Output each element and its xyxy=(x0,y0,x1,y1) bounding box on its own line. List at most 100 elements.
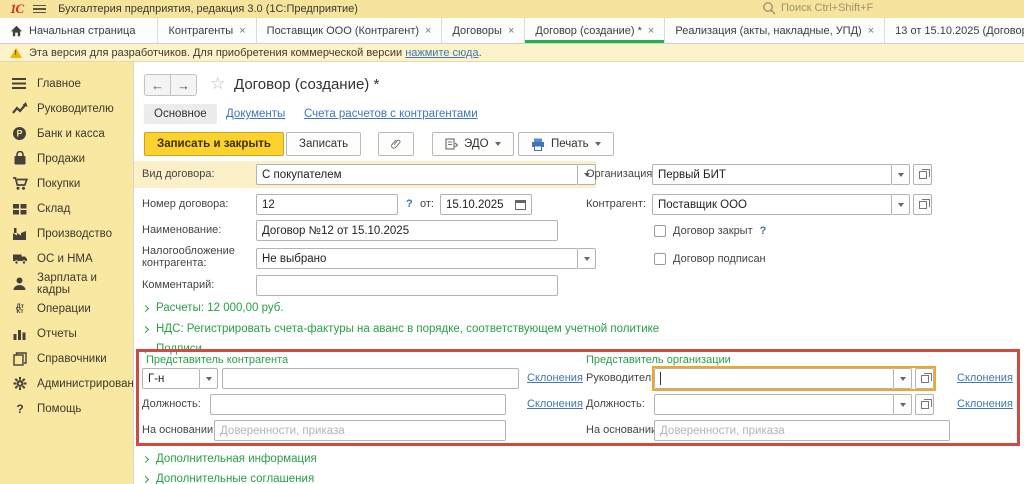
form-tab-dokumenty[interactable]: Документы xyxy=(226,108,285,120)
partner-label: Контрагент: xyxy=(586,198,646,210)
calendar-icon[interactable] xyxy=(515,200,526,210)
sidebar-item-glavnoe[interactable]: Главное xyxy=(0,71,133,96)
tax-select[interactable]: Не выбрано xyxy=(256,248,596,269)
tab-postavshchik[interactable]: Поставщик ООО (Контрагент) × xyxy=(257,18,443,43)
grid-icon xyxy=(12,202,28,216)
org-basis-input[interactable]: Доверенности, приказа xyxy=(654,420,950,441)
org-select[interactable]: Первый БИТ xyxy=(652,164,932,185)
signed-checkbox[interactable] xyxy=(654,253,666,265)
search-placeholder: Поиск Ctrl+Shift+F xyxy=(781,2,873,14)
form-tab-osnovnoe[interactable]: Основное xyxy=(144,104,217,124)
head-declension-link[interactable]: Склонения xyxy=(957,372,1013,384)
contragent-rep-header: Представитель контрагента xyxy=(146,354,288,366)
search-icon xyxy=(762,1,776,15)
date-input[interactable]: 15.10.2025 xyxy=(440,194,532,215)
close-icon[interactable]: × xyxy=(648,25,654,37)
close-icon[interactable]: × xyxy=(425,25,431,37)
warning-text: Эта версия для разработчиков. Для приобр… xyxy=(29,47,402,59)
buy-commercial-link[interactable]: нажмите сюда xyxy=(405,47,478,59)
save-close-button[interactable]: Записать и закрыть xyxy=(144,132,284,156)
section-raschety[interactable]: Расчеты: 12 000,00 руб. xyxy=(143,302,284,314)
tab-dogovor-sozdanie[interactable]: Договор (создание) * × xyxy=(525,18,665,43)
attachments-button[interactable] xyxy=(378,132,414,156)
save-button[interactable]: Записать xyxy=(286,132,361,156)
bag-icon xyxy=(12,151,28,166)
org-position-select[interactable] xyxy=(654,394,934,415)
contragent-rep-name-input[interactable] xyxy=(222,368,519,389)
sidebar-item-zarplata-kadry[interactable]: Зарплата и кадры xyxy=(0,271,133,296)
edo-button[interactable]: ЭДО xyxy=(432,132,514,156)
sidebar-item-administrirovanie[interactable]: Администрирование xyxy=(0,371,133,396)
open-link-icon[interactable] xyxy=(913,164,932,185)
sidebar-item-proizvodstvo[interactable]: Производство xyxy=(0,221,133,246)
sidebar-item-label: Справочники xyxy=(37,353,107,365)
sidebar-item-bank-kassa[interactable]: Р Банк и касса xyxy=(0,121,133,146)
favorite-star-icon[interactable]: ☆ xyxy=(210,74,225,94)
name-input[interactable]: Договор №12 от 15.10.2025 xyxy=(256,220,558,241)
chevron-down-icon[interactable] xyxy=(892,194,910,215)
back-button[interactable]: ← xyxy=(144,74,171,96)
chevron-down-icon[interactable] xyxy=(578,248,596,269)
section-nds[interactable]: НДС: Регистрировать счета-фактуры на ава… xyxy=(143,323,659,335)
form-tab-scheta[interactable]: Счета расчетов с контрагентами xyxy=(304,108,478,120)
tab-kontragenty[interactable]: Контрагенты × xyxy=(158,18,256,43)
contragent-position-declension-link[interactable]: Склонения xyxy=(527,398,583,410)
sidebar-item-label: Помощь xyxy=(37,403,81,415)
sidebar-item-rukovoditelyu[interactable]: Руководителю xyxy=(0,96,133,121)
org-position-declension-link[interactable]: Склонения xyxy=(957,398,1013,410)
chevron-down-icon[interactable] xyxy=(894,368,912,389)
signed-checkbox-row[interactable]: Договор подписан xyxy=(654,253,766,265)
chevron-down-icon[interactable] xyxy=(892,164,910,185)
sidebar-item-operacii[interactable]: ДтКт Операции xyxy=(0,296,133,321)
tab-label: 13 от 15.10.2025 (Договор) xyxy=(895,25,1024,37)
contragent-name-declension-link[interactable]: Склонения xyxy=(527,372,583,384)
print-button[interactable]: Печать xyxy=(518,132,614,156)
tab-dogovory[interactable]: Договоры × xyxy=(442,18,525,43)
open-link-icon[interactable] xyxy=(915,368,934,389)
open-link-icon[interactable] xyxy=(915,394,934,415)
comment-input[interactable] xyxy=(256,275,558,296)
sidebar-item-pokupki[interactable]: Покупки xyxy=(0,171,133,196)
cart-icon xyxy=(12,176,28,191)
global-search-input[interactable]: Поиск Ctrl+Shift+F xyxy=(762,1,1012,15)
closed-checkbox-row[interactable]: Договор закрыт ? xyxy=(654,225,766,237)
window-tab-bar: Начальная страница Контрагенты × Поставщ… xyxy=(0,18,1024,44)
warning-icon: ! xyxy=(10,48,22,58)
sidebar-item-pomoshch[interactable]: ? Помощь xyxy=(0,396,133,421)
close-icon[interactable]: × xyxy=(868,25,874,37)
sidebar-item-sklad[interactable]: Склад xyxy=(0,196,133,221)
head-select[interactable] xyxy=(654,368,934,389)
closed-checkbox[interactable] xyxy=(654,225,666,237)
chevron-down-icon[interactable] xyxy=(200,368,218,389)
kind-label: Вид договора: xyxy=(142,168,215,180)
books-icon xyxy=(12,352,28,366)
closed-help-link[interactable]: ? xyxy=(760,225,767,237)
tab-home[interactable]: Начальная страница xyxy=(0,18,158,43)
section-dop-soglasheniya[interactable]: Дополнительные соглашения xyxy=(143,473,314,484)
tab-13-dogovor[interactable]: 13 от 15.10.2025 (Договор) × xyxy=(885,18,1024,43)
sidebar-item-os-nma[interactable]: ОС и НМА xyxy=(0,246,133,271)
number-input[interactable]: 12 xyxy=(256,194,398,215)
open-link-icon[interactable] xyxy=(913,194,932,215)
close-icon[interactable]: × xyxy=(239,25,245,37)
number-help-link[interactable]: ? xyxy=(406,198,413,210)
tab-realizaciya[interactable]: Реализация (акты, накладные, УПД) × xyxy=(665,18,885,43)
sidebar-item-spravochniki[interactable]: Справочники xyxy=(0,346,133,371)
chevron-down-icon[interactable] xyxy=(894,394,912,415)
edo-icon xyxy=(445,138,458,151)
forward-button[interactable]: → xyxy=(170,74,197,96)
sidebar-item-otchety[interactable]: Отчеты xyxy=(0,321,133,346)
section-dop-info[interactable]: Дополнительная информация xyxy=(143,453,317,465)
chevron-down-icon xyxy=(495,142,501,146)
close-icon[interactable]: × xyxy=(508,25,514,37)
kind-select[interactable]: С покупателем xyxy=(256,164,596,185)
sidebar-item-prodazhi[interactable]: Продажи xyxy=(0,146,133,171)
salutation-select[interactable]: Г-н xyxy=(142,368,218,389)
main-menu-icon[interactable] xyxy=(33,3,46,16)
sidebar-item-label: Отчеты xyxy=(37,328,77,340)
contragent-basis-input[interactable]: Доверенности, приказа xyxy=(214,420,506,441)
tax-label: Налогообложениеконтрагента: xyxy=(142,245,235,269)
contragent-position-input[interactable] xyxy=(210,394,506,415)
partner-select[interactable]: Поставщик ООО xyxy=(652,194,932,215)
menu-lines-icon xyxy=(12,77,28,91)
